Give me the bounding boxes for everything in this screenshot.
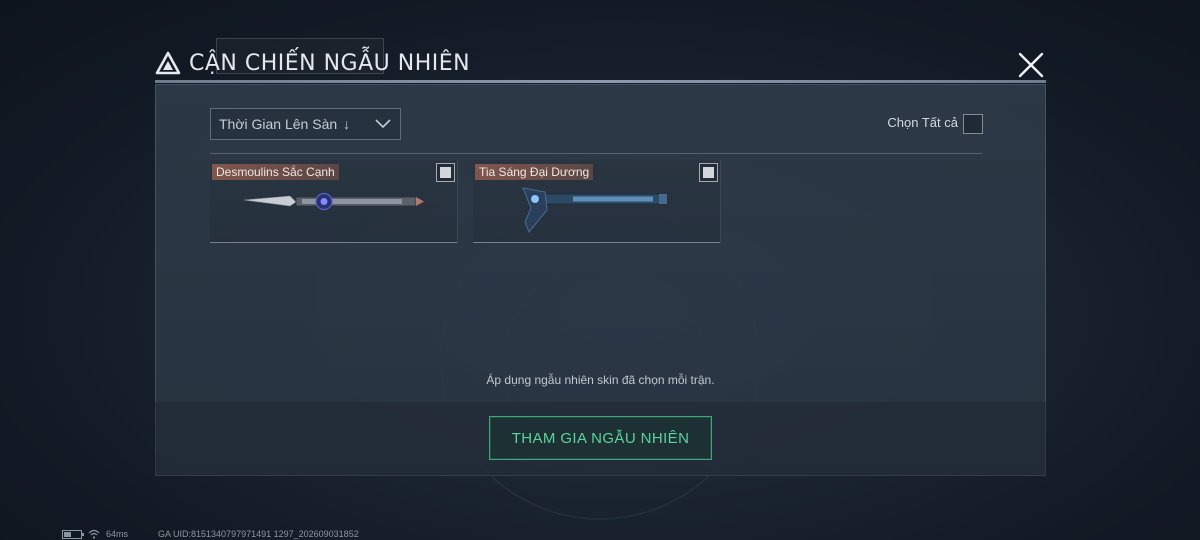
battery-icon — [62, 529, 84, 539]
filter-divider — [210, 153, 982, 154]
status-bar: 64ms GA UID:8151340797971491 1297_202609… — [62, 528, 359, 540]
title-underline — [155, 80, 1046, 83]
axe-icon — [522, 187, 668, 233]
sort-dropdown[interactable]: Thời Gian Lên Sàn ↓ — [210, 108, 401, 140]
uid-text: GA UID:8151340797971491 1297_20260903185… — [158, 529, 359, 539]
skin-card-name: Desmoulins Sắc Cạnh — [212, 164, 339, 180]
skin-card-checkbox[interactable] — [436, 163, 455, 182]
hint-text: Áp dụng ngẫu nhiên skin đã chọn mỗi trận… — [486, 373, 715, 387]
knife-icon — [243, 192, 424, 211]
wifi-icon — [88, 529, 100, 539]
close-button[interactable] — [1014, 48, 1048, 82]
dialog-header: CẬN CHIẾN NGẪU NHIÊN — [155, 46, 470, 80]
skin-card-desmoulins[interactable]: Desmoulins Sắc Cạnh — [210, 160, 458, 243]
sort-dropdown-label: Thời Gian Lên Sàn — [219, 116, 338, 132]
dialog-title: CẬN CHIẾN NGẪU NHIÊN — [189, 50, 471, 76]
join-random-button[interactable]: THAM GIA NGẪU NHIÊN — [489, 416, 712, 460]
sort-direction-arrow: ↓ — [343, 116, 351, 132]
ping-value: 64ms — [106, 529, 129, 539]
select-all-checkbox[interactable] — [963, 114, 983, 134]
select-all-label: Chọn Tất cả — [887, 115, 958, 130]
skin-card-checkbox[interactable] — [699, 163, 718, 182]
triangle-logo-icon — [155, 51, 181, 75]
skin-card-name: Tia Sáng Đại Dương — [475, 164, 594, 180]
skin-card-tia-sang[interactable]: Tia Sáng Đại Dương — [473, 160, 721, 243]
close-icon — [1018, 52, 1044, 78]
chevron-down-icon — [375, 119, 391, 129]
